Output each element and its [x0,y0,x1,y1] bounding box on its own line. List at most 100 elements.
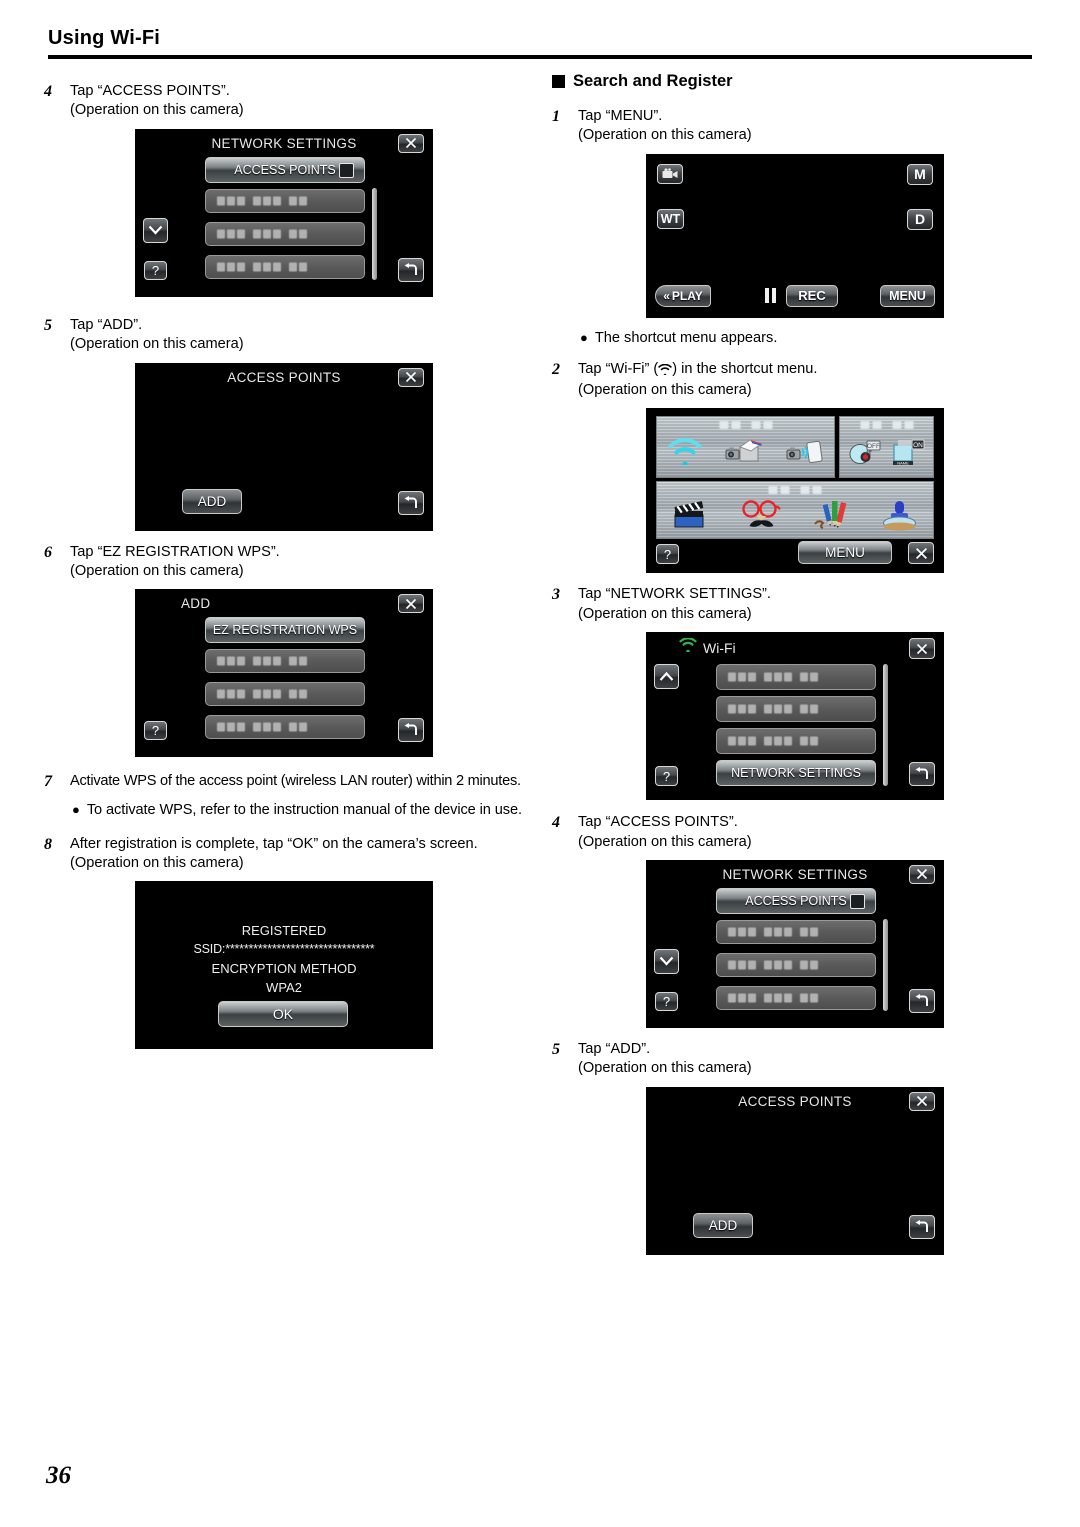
lcd-wifi-list: Wi-Fi NETWORK SETTINGS ? [646,632,944,801]
ssid-mosaic [217,689,307,699]
help-icon[interactable]: ? [144,260,167,280]
step-text: Activate WPS of the access point (wirele… [70,773,521,790]
back-icon[interactable] [398,490,424,515]
bullet-icon: ● [72,801,80,817]
menu-button[interactable]: MENU [798,541,892,565]
panel-label-mosaic [768,486,822,495]
play-button[interactable]: «PLAY [655,284,711,307]
ssid-row[interactable] [716,696,876,723]
help-icon[interactable]: ? [655,991,678,1011]
back-icon[interactable] [909,762,935,787]
checkbox-icon[interactable] [850,893,865,909]
menu-button[interactable]: MENU [880,284,935,307]
chevron-down-icon[interactable] [654,948,679,974]
help-icon[interactable]: ? [144,721,167,741]
face-off-icon[interactable]: OFF [847,438,883,471]
close-icon[interactable] [909,864,935,884]
step-subtext: (Operation on this camera) [70,102,244,119]
glasses-mustache-icon[interactable] [737,498,785,537]
rec-button[interactable]: REC [786,284,838,307]
back-icon[interactable] [398,257,424,282]
ssid-row[interactable] [716,952,876,977]
step-left-8: 8 After registration is complete, tap “O… [44,835,534,874]
lcd-network-settings-1: NETWORK SETTINGS ACCESS POINTS ? [135,128,433,297]
ssid-mosaic [217,229,307,239]
ez-registration-wps-button[interactable]: EZ REGISTRATION WPS [205,617,365,644]
step-right-4: 4 Tap “ACCESS POINTS”. (Operation on thi… [552,813,1044,852]
camera-to-pc-icon[interactable] [723,438,763,471]
close-icon[interactable] [398,594,424,614]
step-subtext: (Operation on this camera) [70,336,244,353]
shortcut-panel-3[interactable] [656,481,934,540]
scrollbar[interactable] [883,918,888,1011]
ssid-row[interactable] [205,188,365,213]
close-icon[interactable] [398,367,424,387]
wifi-icon [679,637,697,657]
ssid-row[interactable] [716,664,876,691]
rec-label: REC [798,288,826,304]
ssid-row[interactable] [716,985,876,1010]
ssid-row[interactable] [205,715,365,740]
step-subtext: (Operation on this camera) [70,563,244,580]
right-column: Search and Register 1 Tap “MENU”. (Opera… [552,72,1044,1255]
checkbox-icon[interactable] [339,162,354,178]
help-icon[interactable]: ? [655,766,678,787]
stamp-icon[interactable] [880,498,920,537]
section-heading-text: Search and Register [573,72,733,90]
lcd-title: ACCESS POINTS [738,1093,852,1109]
wifi-icon[interactable] [667,438,703,470]
network-settings-button[interactable]: NETWORK SETTINGS [716,760,876,787]
ok-button[interactable]: OK [218,1001,348,1028]
scrollbar[interactable] [883,664,888,787]
close-icon[interactable] [909,638,935,660]
encryption-method-label: ENCRYPTION METHOD [211,961,357,977]
step-subtext: (Operation on this camera) [578,833,752,850]
step-text: Tap “ACCESS POINTS”. [578,814,738,831]
step-right-5: 5 Tap “ADD”. (Operation on this camera) [552,1040,1044,1079]
pencils-icon[interactable] [811,498,855,537]
zoom-wt-label: WT [660,211,681,226]
name-on-icon[interactable]: NAME ON [890,438,926,471]
ssid-row[interactable] [716,919,876,944]
close-icon[interactable] [398,133,424,153]
back-icon[interactable] [909,1214,935,1239]
shortcut-panel-2[interactable]: OFF NAME ON [839,416,934,479]
ssid-row[interactable] [205,682,365,707]
camcorder-icon[interactable] [657,163,683,184]
mode-d-icon[interactable]: D [907,208,933,230]
back-icon[interactable] [909,988,935,1013]
clapperboard-icon[interactable] [670,499,712,536]
close-icon[interactable] [909,1091,935,1111]
ssid-row[interactable] [205,254,365,279]
access-points-label: ACCESS POINTS [234,162,336,177]
zoom-wt-icon[interactable]: WT [657,208,684,229]
ssid-row[interactable] [716,728,876,755]
bullet-icon: ● [580,329,588,345]
step-number: 5 [44,316,52,334]
chevron-down-icon[interactable] [143,217,168,243]
lcd-access-points-2: ACCESS POINTS ADD [646,1086,944,1255]
mode-m-icon[interactable]: M [907,163,933,185]
add-button[interactable]: ADD [693,1212,753,1238]
add-label: ADD [197,493,227,509]
menu-label: MENU [825,545,865,561]
panel-label-mosaic [860,421,913,430]
step-number: 3 [552,586,560,604]
ssid-row[interactable] [205,221,365,246]
shortcut-panel-1[interactable] [656,416,835,479]
wifi-icon [658,362,672,381]
chevron-up-icon[interactable] [654,664,679,690]
ssid-row[interactable] [205,649,365,674]
step-number: 4 [44,83,52,100]
pause-icon[interactable] [765,287,776,303]
scrollbar[interactable] [372,187,377,280]
add-button[interactable]: ADD [182,488,242,514]
close-icon[interactable] [908,542,934,565]
step-text: Tap “MENU”. [578,108,663,124]
step-text-pre: Tap “Wi-Fi” ( [578,360,659,377]
help-label: ? [662,993,671,1009]
help-icon[interactable]: ? [656,544,679,565]
back-icon[interactable] [398,718,424,743]
step-left-4: 4 Tap “ACCESS POINTS”. (Operation on thi… [44,82,534,121]
camera-to-phone-icon[interactable] [784,438,824,471]
